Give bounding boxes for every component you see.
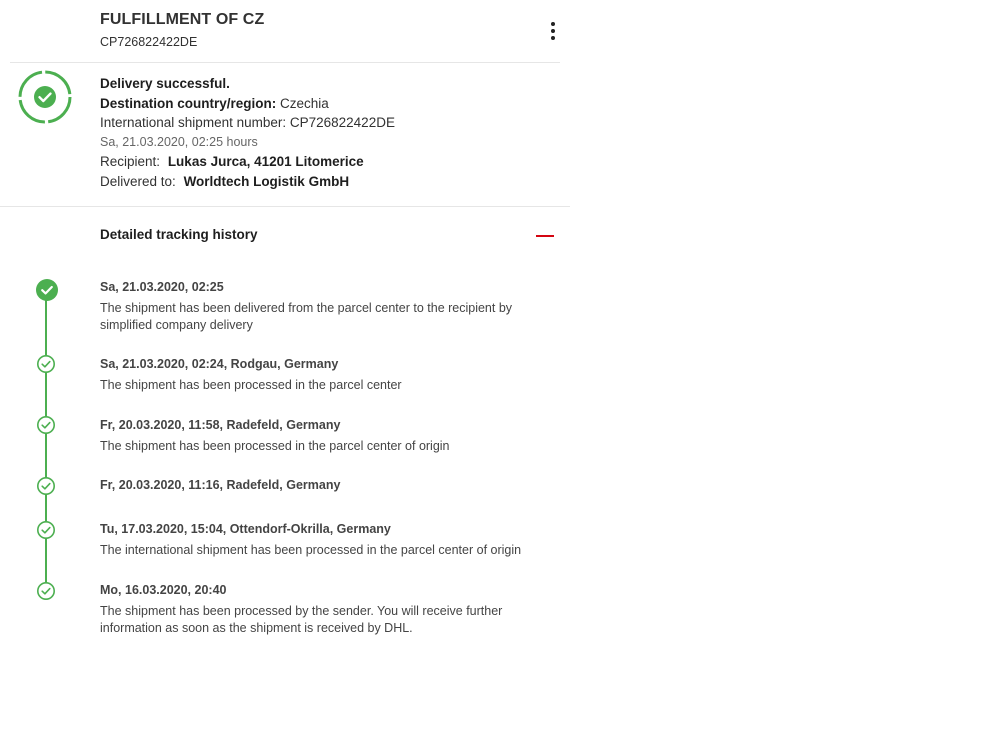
- minus-icon[interactable]: [533, 228, 557, 244]
- menu-dot: [551, 29, 555, 33]
- tracking-event: Sa, 21.03.2020, 02:24, Rodgau, Germany T…: [100, 356, 560, 394]
- check-circle-icon: [37, 521, 55, 539]
- tracking-event: Fr, 20.03.2020, 11:58, Radefeld, Germany…: [100, 417, 560, 455]
- event-date: Fr, 20.03.2020, 11:58, Radefeld, Germany: [100, 418, 341, 432]
- intl-shipment-label: International shipment number:: [100, 115, 287, 130]
- delivered-to-value: Worldtech Logistik GmbH: [183, 173, 350, 189]
- tracking-event: Fr, 20.03.2020, 11:16, Radefeld, Germany: [100, 477, 560, 498]
- check-circle-filled-icon: [36, 279, 58, 301]
- shipment-header: FULFILLMENT OF CZ CP726822422DE: [100, 10, 570, 60]
- tracking-number: CP726822422DE: [100, 35, 198, 49]
- tracking-event: Mo, 16.03.2020, 20:40 The shipment has b…: [100, 582, 560, 636]
- menu-dot: [551, 22, 555, 26]
- delivery-timestamp: Sa, 21.03.2020, 02:25 hours: [100, 134, 258, 149]
- event-date: Sa, 21.03.2020, 02:25: [100, 280, 224, 294]
- event-description: The shipment has been processed by the s…: [100, 604, 503, 635]
- delivered-to-row: Delivered to: Worldtech Logistik GmbH: [100, 172, 560, 192]
- destination-row: Destination country/region: Czechia: [100, 94, 560, 114]
- event-description: The international shipment has been proc…: [100, 543, 522, 557]
- event-description: The shipment has been delivered from the…: [100, 301, 513, 332]
- more-options-icon[interactable]: [543, 20, 563, 44]
- destination-value: Czechia: [280, 95, 329, 111]
- intl-shipment-row: International shipment number: CP7268224…: [100, 113, 560, 133]
- recipient-row: Recipient: Lukas Jurca, 41201 Litomerice: [100, 152, 560, 172]
- recipient-label: Recipient:: [100, 154, 161, 169]
- check-circle-icon: [37, 477, 55, 495]
- shipment-card: FULFILLMENT OF CZ CP726822422DE Delivery…: [0, 0, 570, 750]
- check-circle-icon: [37, 582, 55, 600]
- delivered-to-label: Delivered to:: [100, 173, 176, 189]
- event-date: Mo, 16.03.2020, 20:40: [100, 583, 227, 597]
- recipient-value: Lukas Jurca, 41201 Litomerice: [167, 154, 364, 169]
- shipment-title: FULFILLMENT OF CZ: [100, 11, 265, 28]
- tracking-history-title[interactable]: Detailed tracking history: [100, 226, 258, 244]
- check-circle-icon: [37, 416, 55, 434]
- tracking-event: Sa, 21.03.2020, 02:25 The shipment has b…: [100, 279, 560, 333]
- event-description: The shipment has been processed in the p…: [100, 439, 450, 453]
- check-circle-icon: [37, 355, 55, 373]
- delivery-summary: Delivery successful. Destination country…: [100, 74, 560, 191]
- delivery-status: Delivery successful.: [100, 76, 230, 91]
- event-description: The shipment has been processed in the p…: [100, 378, 402, 392]
- summary-divider: [0, 206, 570, 207]
- header-divider: [10, 62, 560, 63]
- delivered-check-icon: [18, 70, 72, 124]
- intl-shipment-value: CP726822422DE: [289, 115, 395, 130]
- event-date: Tu, 17.03.2020, 15:04, Ottendorf-Okrilla…: [100, 522, 391, 536]
- tracking-event: Tu, 17.03.2020, 15:04, Ottendorf-Okrilla…: [100, 521, 560, 559]
- timeline-line: [45, 290, 47, 590]
- destination-label: Destination country/region:: [100, 95, 277, 111]
- event-date: Fr, 20.03.2020, 11:16, Radefeld, Germany: [100, 478, 341, 492]
- event-date: Sa, 21.03.2020, 02:24, Rodgau, Germany: [100, 357, 339, 371]
- menu-dot: [551, 36, 555, 40]
